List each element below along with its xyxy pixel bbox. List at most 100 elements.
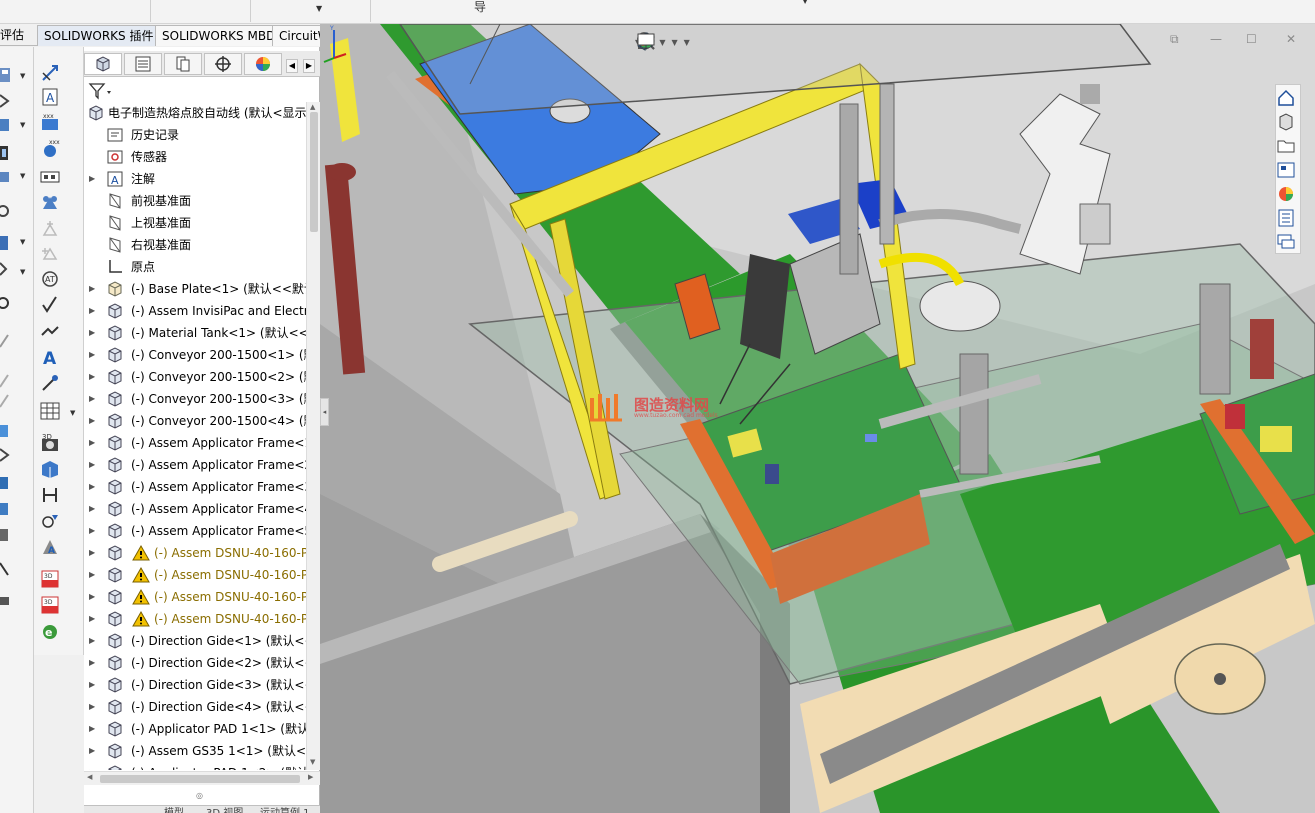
ribbon-dropdown-icon[interactable]: ▼ xyxy=(802,0,808,5)
dropdown-icon[interactable]: ▼ xyxy=(20,239,26,246)
tool-icon[interactable] xyxy=(0,421,20,441)
3d-view-icon[interactable]: 3D xyxy=(40,433,60,453)
tree-item[interactable]: ▶ (-) Material Tank<1> (默认<<默 xyxy=(84,322,306,344)
appearances-icon[interactable] xyxy=(1276,184,1296,204)
assembly-3d-model[interactable] xyxy=(320,24,1315,813)
geometric-tolerance-icon[interactable] xyxy=(40,243,60,263)
tab-feature-tree[interactable] xyxy=(84,53,122,75)
panel-splitter-icon[interactable]: ◎ xyxy=(196,791,203,800)
tree-item[interactable]: ▶ (-) Assem DSNU-40-160-P xyxy=(84,586,306,608)
tool-icon[interactable] xyxy=(0,293,20,313)
surface-finish-symbol-icon[interactable] xyxy=(40,295,60,315)
graphics-area[interactable]: ▼ ▼ ▼ ▼ ▼ ⧉ — ☐ ✕ ◂ xyxy=(320,24,1315,813)
tool-icon[interactable] xyxy=(0,201,20,221)
filter-icon[interactable] xyxy=(88,81,114,101)
tree-item[interactable]: ▶ (-) Assem Applicator Frame<1 xyxy=(84,432,306,454)
tree-item[interactable]: 上视基准面 xyxy=(84,212,306,234)
surface-finish-icon[interactable] xyxy=(40,167,60,187)
scroll-right-icon[interactable]: ▶ xyxy=(308,773,313,781)
tool-icon[interactable] xyxy=(0,91,20,111)
balloon-icon[interactable]: xxx xyxy=(40,113,60,133)
tool-icon[interactable] xyxy=(0,499,20,519)
expand-chevron-icon[interactable]: ▶ xyxy=(89,542,97,564)
tree-root-assembly[interactable]: 电子制造热熔点胶自动线 (默认<显示 xyxy=(84,102,306,124)
tree-item[interactable]: ▶ (-) Base Plate<1> (默认<<默认 xyxy=(84,278,306,300)
datum-target-icon[interactable]: AT xyxy=(40,269,60,289)
tool-icon[interactable] xyxy=(0,473,20,493)
expand-chevron-icon[interactable]: ▶ xyxy=(89,696,97,718)
expand-chevron-icon[interactable]: ▶ xyxy=(89,168,97,190)
capture-3d-view-icon[interactable] xyxy=(40,459,60,479)
view-settings-icon[interactable] xyxy=(635,30,657,52)
tool-icon[interactable] xyxy=(0,115,20,135)
tree-item[interactable]: ▶ (-) Direction Gide<2> (默认<< xyxy=(84,652,306,674)
auto-dimension-icon[interactable] xyxy=(40,511,60,531)
tab-scroll-left-button[interactable]: ◀ xyxy=(286,59,298,73)
tab-property-manager[interactable] xyxy=(124,53,162,75)
note-icon[interactable]: A xyxy=(40,87,60,107)
forum-icon[interactable] xyxy=(1276,232,1296,252)
dropdown-icon[interactable]: ▼ xyxy=(70,410,76,417)
tab-display-manager[interactable] xyxy=(244,53,282,75)
dropdown-icon[interactable]: ▼ xyxy=(20,173,26,180)
expand-chevron-icon[interactable]: ▶ xyxy=(89,388,97,410)
expand-chevron-icon[interactable]: ▶ xyxy=(89,322,97,344)
edrawings-icon[interactable]: e xyxy=(40,621,60,641)
tree-item[interactable]: ▶ (-) Conveyor 200-1500<2> (默 xyxy=(84,366,306,388)
tab-dimxpert-manager[interactable] xyxy=(204,53,242,75)
expand-chevron-icon[interactable]: ▶ xyxy=(89,344,97,366)
tool-icon[interactable] xyxy=(0,233,20,253)
tool-icon[interactable] xyxy=(0,445,20,465)
tree-item[interactable]: ▶ (-) Assem Applicator Frame<5 xyxy=(84,520,306,542)
expand-chevron-icon[interactable]: ▶ xyxy=(89,454,97,476)
expand-chevron-icon[interactable]: ▶ xyxy=(89,630,97,652)
tree-item[interactable]: ▶ A 注解 xyxy=(84,168,306,190)
dropdown-icon[interactable]: ▼ xyxy=(684,38,690,47)
expand-chevron-icon[interactable]: ▶ xyxy=(89,652,97,674)
tree-item[interactable]: ▶ (-) Conveyor 200-1500<4> (默 xyxy=(84,410,306,432)
tab-configuration-manager[interactable] xyxy=(164,53,202,75)
tool-icon[interactable] xyxy=(0,559,20,579)
dropdown-icon[interactable]: ▼ xyxy=(20,269,26,276)
tree-item[interactable]: ▶ (-) Conveyor 200-1500<1> (默 xyxy=(84,344,306,366)
auto-balloon-icon[interactable]: xxx xyxy=(40,139,60,159)
tab-scroll-right-button[interactable]: ▶ xyxy=(303,59,315,73)
3d-pdf-template-icon[interactable]: 3D xyxy=(40,595,60,615)
close-icon[interactable]: ✕ xyxy=(1286,32,1296,46)
expand-chevron-icon[interactable]: ▶ xyxy=(89,410,97,432)
ribbon-dropdown-icon[interactable]: ▼ xyxy=(316,4,322,13)
expand-chevron-icon[interactable]: ▶ xyxy=(89,718,97,740)
tool-icon[interactable] xyxy=(0,391,20,411)
expand-chevron-icon[interactable]: ▶ xyxy=(89,586,97,608)
design-library-icon[interactable] xyxy=(1276,112,1296,132)
maximize-icon[interactable]: ☐ xyxy=(1246,32,1257,46)
dropdown-icon[interactable]: ▼ xyxy=(659,38,665,47)
tool-icon[interactable] xyxy=(0,65,20,85)
tree-item[interactable]: ▶ (-) Assem InvisiPac and Electri xyxy=(84,300,306,322)
tab-model[interactable]: 模型 xyxy=(164,804,184,813)
tool-icon[interactable] xyxy=(0,259,20,279)
tool-icon[interactable] xyxy=(0,591,20,611)
tree-item[interactable]: ▶ (-) Direction Gide<1> (默认<< xyxy=(84,630,306,652)
tree-item[interactable]: 前视基准面 xyxy=(84,190,306,212)
expand-chevron-icon[interactable]: ▶ xyxy=(89,564,97,586)
tab-motion-study[interactable]: 运动算例 1 xyxy=(260,804,310,813)
scroll-down-icon[interactable]: ▼ xyxy=(310,758,318,766)
expand-chevron-icon[interactable]: ▶ xyxy=(89,520,97,542)
tree-item[interactable]: ▶ (-) Assem Applicator Frame<3 xyxy=(84,476,306,498)
expand-chevron-icon[interactable]: ▶ xyxy=(89,366,97,388)
tree-item[interactable]: ▶ (-) Assem Applicator Frame<2 xyxy=(84,454,306,476)
dropdown-icon[interactable]: ▼ xyxy=(671,38,677,47)
tree-item[interactable]: ▶ (-) Assem GS35 1<1> (默认<显 xyxy=(84,740,306,762)
custom-properties-icon[interactable] xyxy=(1276,208,1296,228)
tree-item[interactable]: ▶ (-) Applicator PAD 1<2> (默认 xyxy=(84,762,306,770)
tree-item[interactable]: ▶ (-) Assem DSNU-40-160-P xyxy=(84,542,306,564)
dropdown-icon[interactable]: ▼ xyxy=(20,73,26,80)
tab-evaluate[interactable]: 评估 xyxy=(0,25,24,46)
tool-icon[interactable] xyxy=(0,525,20,545)
tree-item[interactable]: 历史记录 xyxy=(84,124,306,146)
tree-item[interactable]: ▶ (-) Assem DSNU-40-160-P xyxy=(84,608,306,630)
file-explorer-icon[interactable] xyxy=(1276,136,1296,156)
tool-icon[interactable] xyxy=(0,143,20,163)
dropdown-icon[interactable]: ▼ xyxy=(20,122,26,129)
